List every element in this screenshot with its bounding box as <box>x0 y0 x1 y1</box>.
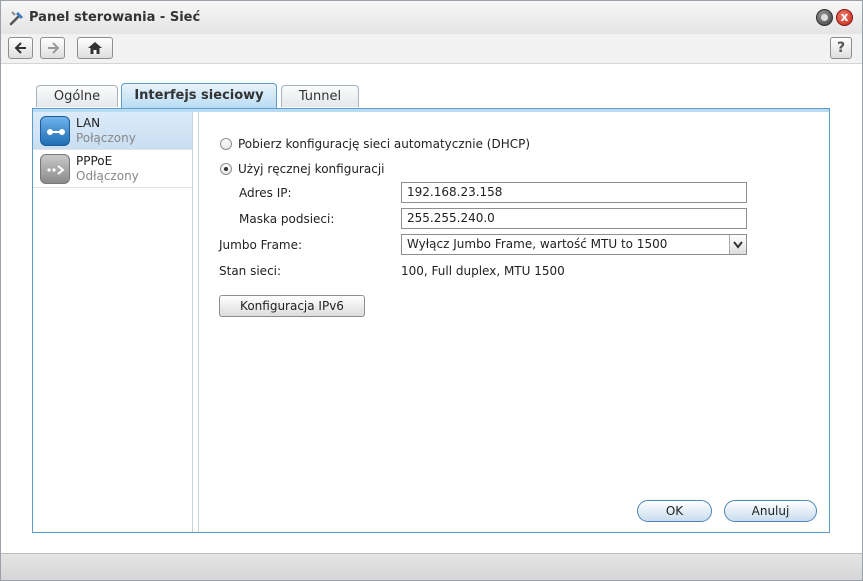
jumbo-frame-select[interactable]: Wyłącz Jumbo Frame, wartość MTU to 1500 <box>401 234 747 255</box>
tab-tunnel[interactable]: Tunnel <box>281 85 359 107</box>
interface-status: Odłączony <box>76 169 139 183</box>
ip-address-input[interactable]: 192.168.23.158 <box>401 182 747 203</box>
tab-network-interface[interactable]: Interfejs sieciowy <box>121 83 277 108</box>
chevron-down-icon[interactable] <box>729 235 746 254</box>
ipv6-config-button[interactable]: Konfiguracja IPv6 <box>219 295 365 317</box>
network-state-value: 100, Full duplex, MTU 1500 <box>401 264 565 278</box>
interface-item-pppoe[interactable]: PPPoE Odłączony <box>33 150 192 188</box>
tools-icon <box>8 9 26 27</box>
manual-radio-label: Użyj ręcznej konfiguracji <box>238 162 385 176</box>
interface-item-lan[interactable]: LAN Połączony <box>33 112 192 150</box>
interface-list: LAN Połączony PPPoE Odłączony <box>33 112 193 532</box>
jumbo-frame-label: Jumbo Frame: <box>219 238 303 252</box>
tab-content-panel: LAN Połączony PPPoE Odłączony Pobierz ko… <box>32 108 830 533</box>
interface-status: Połączony <box>76 131 136 145</box>
manual-radio[interactable] <box>220 163 232 175</box>
subnet-mask-label: Maska podsieci: <box>239 212 335 226</box>
dhcp-radio-option[interactable]: Pobierz konfigurację sieci automatycznie… <box>220 137 530 151</box>
interface-name: LAN <box>76 116 101 130</box>
forward-button[interactable] <box>40 37 65 59</box>
back-button[interactable] <box>8 37 33 59</box>
close-button[interactable]: x <box>836 9 853 26</box>
help-button[interactable]: ? <box>830 37 852 59</box>
title-bar[interactable]: Panel sterowania - Sieć x <box>1 1 862 34</box>
home-button[interactable] <box>77 37 113 59</box>
subnet-mask-input[interactable]: 255.255.240.0 <box>401 208 747 229</box>
lan-icon <box>40 116 70 146</box>
jumbo-frame-value: Wyłącz Jumbo Frame, wartość MTU to 1500 <box>407 237 668 251</box>
network-state-label: Stan sieci: <box>219 264 282 278</box>
window-title: Panel sterowania - Sieć <box>29 10 201 25</box>
tab-general[interactable]: Ogólne <box>36 85 118 107</box>
toolbar: ? <box>1 34 862 64</box>
dhcp-radio[interactable] <box>220 138 232 150</box>
panel-divider <box>198 112 199 532</box>
arrow-left-icon <box>14 42 26 54</box>
cancel-button[interactable]: Anuluj <box>724 500 817 522</box>
dhcp-radio-label: Pobierz konfigurację sieci automatycznie… <box>238 137 531 151</box>
manual-radio-option[interactable]: Użyj ręcznej konfiguracji <box>220 162 384 176</box>
ip-address-label: Adres IP: <box>239 186 292 200</box>
pppoe-icon <box>40 154 70 184</box>
minimize-button[interactable] <box>816 9 833 26</box>
interface-name: PPPoE <box>76 154 113 168</box>
ok-button[interactable]: OK <box>637 500 712 522</box>
home-icon <box>88 42 102 54</box>
control-panel-window: Panel sterowania - Sieć x ? Ogólne Inter… <box>0 0 863 581</box>
status-bar <box>1 553 862 580</box>
arrow-right-icon <box>47 42 59 54</box>
